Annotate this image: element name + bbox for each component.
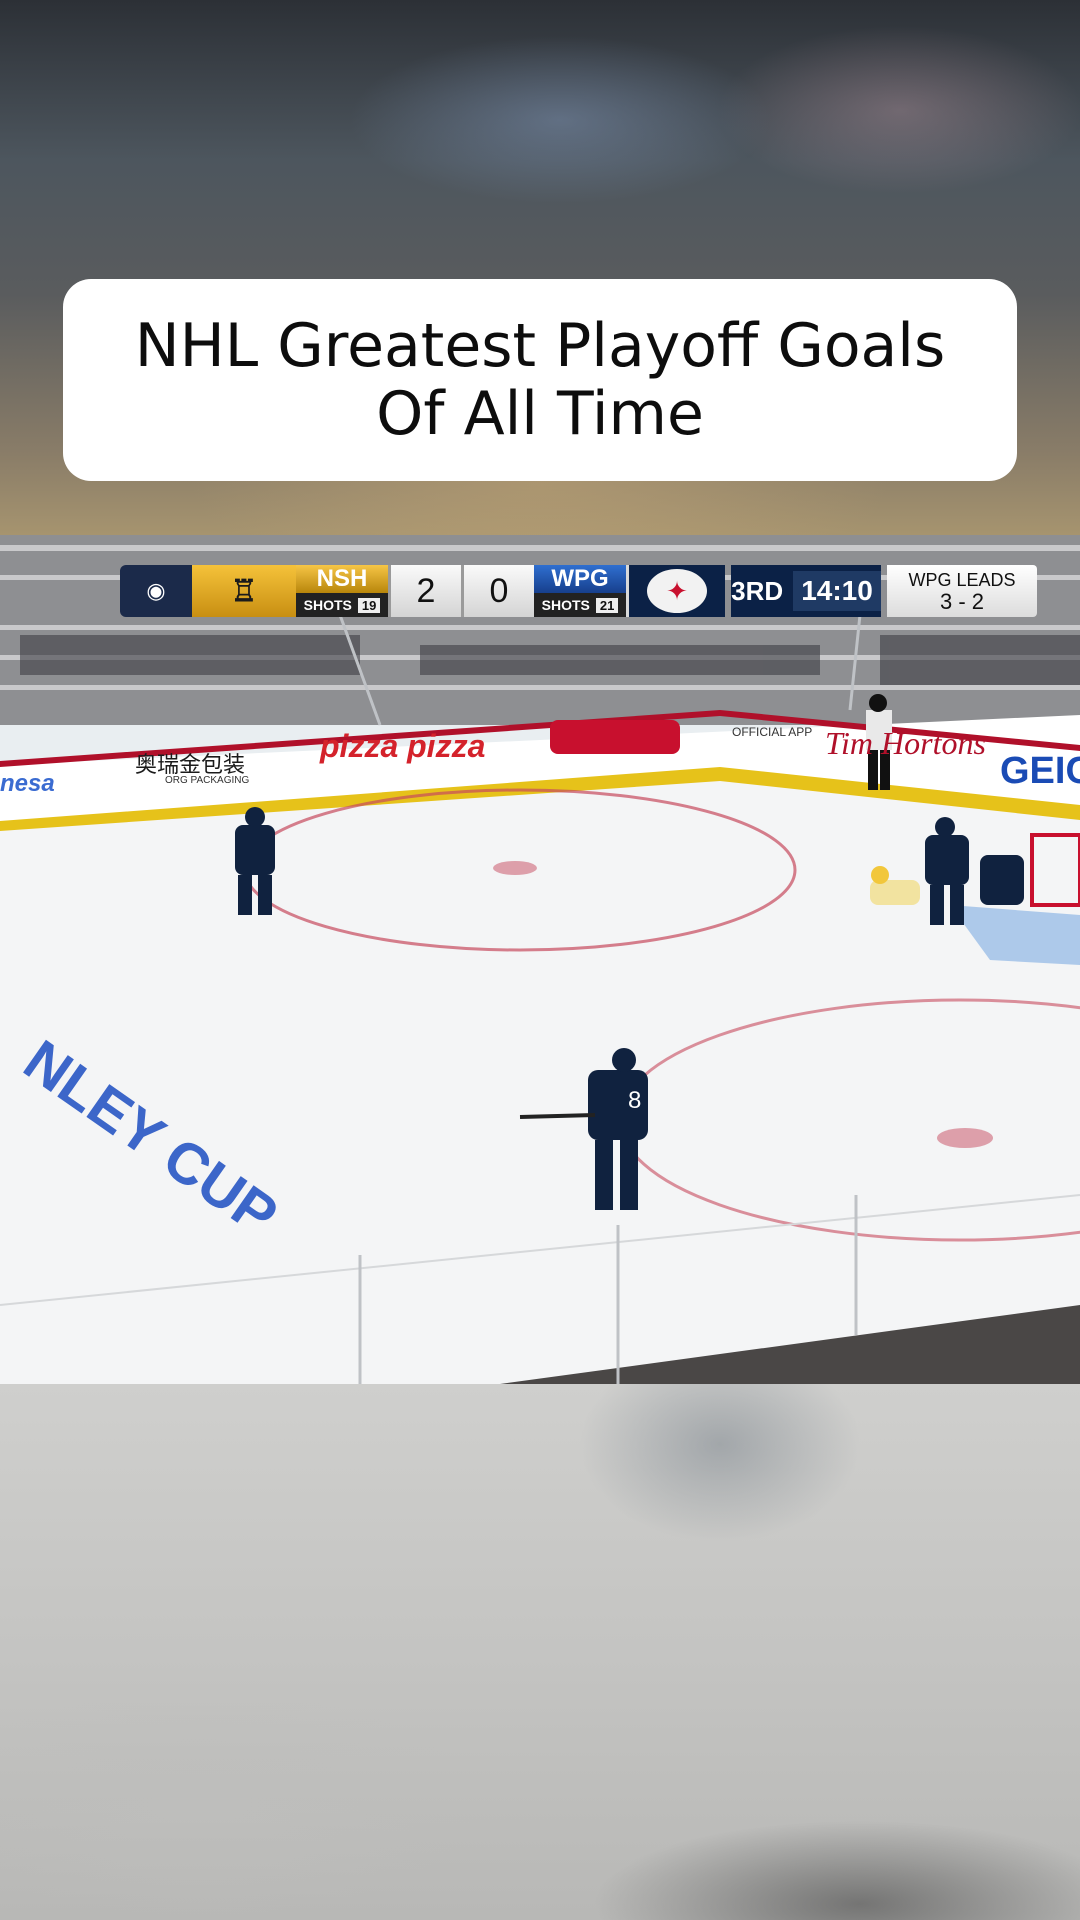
board-ad-pizza: pizza pizza: [320, 728, 486, 764]
away-team-abbr: NSH: [296, 565, 388, 593]
home-shots: SHOTS 21: [534, 593, 626, 617]
board-ad-official-app: OFFICIAL APP: [732, 725, 813, 739]
game-clock: 14:10: [793, 571, 881, 611]
nsh-logo-icon: ♖: [192, 565, 296, 617]
period: 3RD: [731, 575, 784, 606]
scoreboard: ◉ ♖ NSH SHOTS 19 2 0 WPG SHOTS 21 ✦ 3RD: [120, 565, 1037, 617]
home-team-abbr: WPG: [534, 565, 626, 593]
home-shots-count: 21: [595, 597, 619, 613]
away-shots-label: SHOTS: [303, 597, 352, 613]
series-leader: WPG LEADS: [908, 570, 1016, 590]
hockey-rink-scene: NLEY CUP 8: [0, 535, 1080, 1384]
video-title: NHL Greatest Playoff Goals Of All Time: [90, 312, 990, 448]
board-ad-tims: Tim Hortons: [825, 725, 986, 761]
board-ad-packaging-sub: ORG PACKAGING: [165, 775, 250, 786]
title-card: NHL Greatest Playoff Goals Of All Time: [63, 279, 1017, 481]
away-score: 2: [388, 565, 461, 617]
board-ad-bottle: [550, 720, 680, 754]
title-line-2: Of All Time: [376, 379, 704, 449]
period-clock: 3RD 14:10: [731, 565, 881, 617]
player-number: 8: [628, 1087, 641, 1114]
playoffs-logo-icon: ◉: [120, 565, 192, 617]
series-status: WPG LEADS 3 - 2: [887, 565, 1037, 617]
title-line-1: NHL Greatest Playoff Goals: [134, 311, 946, 381]
away-shots-count: 19: [357, 597, 381, 613]
board-ad-geico: GEIC: [1000, 750, 1080, 792]
away-shots: SHOTS 19: [296, 593, 388, 617]
away-team-block: NSH SHOTS 19: [296, 565, 388, 617]
home-team-block: WPG SHOTS 21: [534, 565, 626, 617]
home-score: 0: [461, 565, 534, 617]
series-score: 3 - 2: [939, 589, 985, 614]
wpg-logo-icon: ✦: [626, 565, 725, 617]
blurred-background-bottom: [0, 1384, 1080, 1920]
home-shots-label: SHOTS: [541, 597, 590, 613]
board-ad-left: nesa: [0, 770, 55, 797]
video-post: NHL Greatest Playoff Goals Of All Time N…: [0, 0, 1080, 1920]
video-frame[interactable]: NLEY CUP 8 nesa 奥瑞金包装 ORG PACKAGING pizz…: [0, 535, 1080, 1384]
